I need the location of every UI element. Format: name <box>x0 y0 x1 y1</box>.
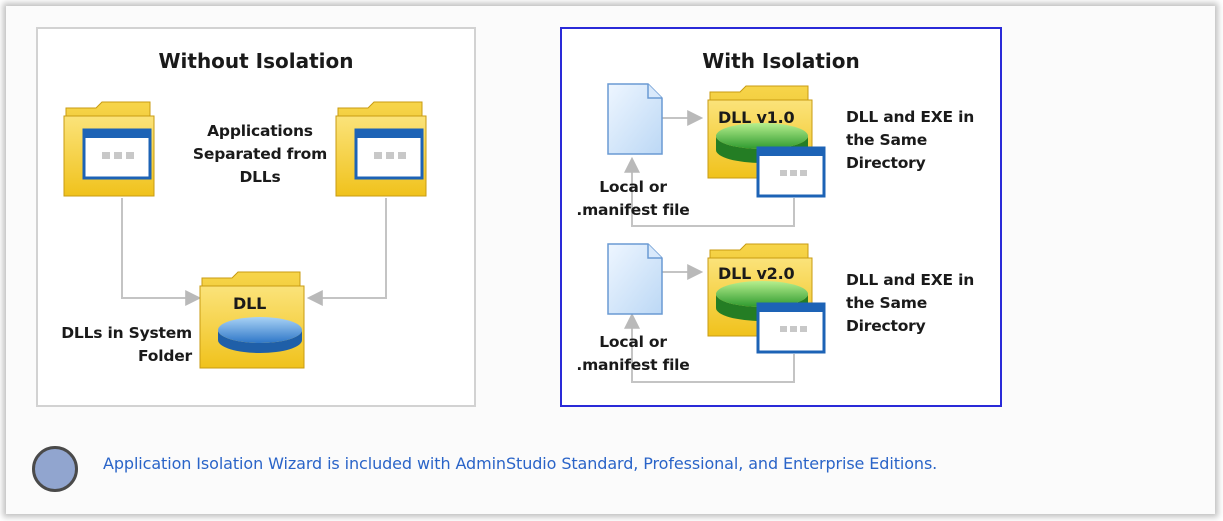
disk-icon <box>218 317 302 353</box>
window-icon <box>756 302 826 354</box>
dll-exe-description-2: DLL and EXE in the Same Directory <box>846 271 975 335</box>
applications-separated-label: Applications Separated from DLLs <box>192 122 328 186</box>
app-folder-icon <box>335 101 427 197</box>
diagram-artwork <box>63 83 826 383</box>
window-icon <box>354 128 424 180</box>
window-icon <box>756 146 826 198</box>
manifest-label-2: Local or .manifest file <box>576 333 690 374</box>
app-folder-icon <box>63 101 155 197</box>
dll-folder-label: DLL <box>233 294 267 313</box>
manifest-file-icon <box>607 83 663 155</box>
manifest-label-1: Local or .manifest file <box>576 178 690 219</box>
manifest-file-icon <box>607 243 663 315</box>
dll-v2-label: DLL v2.0 <box>718 264 795 283</box>
window-icon <box>82 128 152 180</box>
dll-folder-icon <box>199 271 305 369</box>
system-folder-label: DLLs in System Folder <box>61 324 192 365</box>
note-text: Application Isolation Wizard is included… <box>103 454 938 473</box>
note-bullet-icon <box>32 446 78 492</box>
dll-v1-label: DLL v1.0 <box>718 108 795 127</box>
dll-exe-description-1: DLL and EXE in the Same Directory <box>846 108 975 172</box>
